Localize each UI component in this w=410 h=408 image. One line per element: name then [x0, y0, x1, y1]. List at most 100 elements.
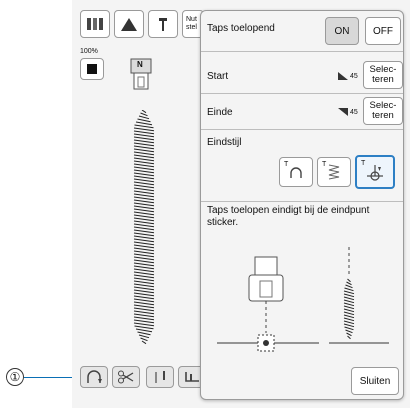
stitch-line	[135, 121, 153, 126]
close-button[interactable]: Sluiten	[351, 367, 399, 395]
stitch-line	[133, 256, 155, 261]
scissors-button[interactable]	[112, 366, 140, 388]
stitch-preview	[133, 110, 155, 345]
separator	[201, 93, 403, 94]
stitch-line	[138, 115, 150, 120]
stitch-line	[344, 287, 354, 292]
separator	[201, 129, 403, 130]
start-select-button[interactable]: Selec- teren	[363, 61, 403, 89]
stitch-line	[133, 175, 155, 180]
stitch-line	[134, 325, 154, 330]
taper-button[interactable]	[80, 366, 108, 388]
stitch-line	[137, 331, 151, 336]
stitch-line	[133, 202, 155, 207]
arch-icon	[290, 167, 302, 178]
stitch-line	[346, 281, 352, 286]
stitch-line	[133, 265, 155, 270]
stitch-line	[133, 253, 155, 258]
end-select-button[interactable]: Selec- teren	[363, 97, 403, 125]
stitch-line	[133, 235, 155, 240]
stitch-line	[133, 271, 155, 276]
stitch-line	[133, 274, 155, 279]
separator	[201, 51, 403, 52]
needle-stop-button[interactable]	[146, 366, 174, 388]
stitch-line	[133, 166, 155, 171]
scissors-icon	[118, 370, 134, 384]
stitch-line	[133, 184, 155, 189]
start-angle-icon	[338, 72, 348, 80]
stitch-line	[137, 118, 151, 123]
stitch-line	[133, 310, 155, 315]
stitch-line	[133, 187, 155, 192]
stitch-line	[343, 296, 355, 301]
stitch-line	[133, 262, 155, 267]
stitch-line	[133, 211, 155, 216]
stitch-line	[135, 328, 153, 333]
stitch-line	[133, 286, 155, 291]
stitch-line	[133, 295, 155, 300]
stitch-line	[133, 259, 155, 264]
stitch-line	[133, 154, 155, 159]
stitch-line	[133, 268, 155, 273]
stitch-preview-button[interactable]	[80, 58, 104, 80]
stitch-line	[133, 139, 155, 144]
taper-settings-panel: Taps toelopend ON OFF Start 45 Selec- te…	[200, 10, 404, 400]
taper-end-illustration	[217, 247, 389, 352]
style-t-label: T	[322, 161, 327, 168]
end-style-option-2[interactable]: T	[317, 157, 351, 187]
end-angle: 45	[350, 109, 358, 116]
needle-up-button[interactable]	[114, 10, 144, 38]
stitch-line	[133, 172, 155, 177]
stitch-line	[345, 329, 353, 334]
select-label: Selec- teren	[369, 64, 397, 85]
utility-label: Nut stel	[186, 16, 197, 31]
stitch-line	[133, 304, 155, 309]
end-style-option-3[interactable]: T	[355, 155, 395, 189]
stitch-line	[133, 190, 155, 195]
stitch-line	[133, 241, 155, 246]
stitch-line	[345, 284, 353, 289]
presser-foot-icon: N	[130, 58, 152, 96]
stitch-line	[134, 124, 154, 129]
stitch-line	[347, 335, 351, 340]
stitch-line	[133, 178, 155, 183]
stitch-line	[133, 319, 155, 324]
stitch-line	[133, 280, 155, 285]
stitch-line	[140, 112, 148, 117]
end-style-option-1[interactable]: T	[279, 157, 313, 187]
stitch-line	[133, 157, 155, 162]
stitch-line	[343, 308, 355, 313]
zigzag-icon	[328, 164, 340, 180]
zoom-level: 100%	[80, 48, 98, 55]
stitch-line	[133, 208, 155, 213]
needle-icon	[159, 18, 167, 31]
stitch-line	[133, 145, 155, 150]
taper-icon	[87, 370, 102, 383]
stitch-line	[133, 148, 155, 153]
taper-off-button[interactable]: OFF	[365, 17, 401, 45]
stitch-line	[347, 278, 351, 283]
triangle-icon	[121, 18, 137, 31]
pattern-book-button[interactable]	[80, 10, 110, 38]
square-icon	[87, 64, 97, 74]
stitch-line	[133, 220, 155, 225]
style-t-label: T	[284, 161, 289, 168]
stitch-line	[133, 217, 155, 222]
stitch-line	[133, 223, 155, 228]
stitch-line	[133, 289, 155, 294]
stitch-line	[343, 311, 355, 316]
callout-number: ①	[6, 368, 24, 386]
start-label: Start	[207, 71, 229, 82]
stitch-line	[133, 160, 155, 165]
stitch-line	[133, 247, 155, 252]
stitch-line	[343, 302, 355, 307]
stitch-line	[133, 277, 155, 282]
stitch-line	[140, 337, 148, 342]
stitch-line	[133, 301, 155, 306]
taper-on-button[interactable]: ON	[325, 17, 359, 45]
separator	[201, 201, 403, 202]
callout-line	[24, 377, 76, 378]
needle-position-button[interactable]	[148, 10, 178, 38]
stitch-line	[133, 283, 155, 288]
stitch-line	[138, 334, 150, 339]
